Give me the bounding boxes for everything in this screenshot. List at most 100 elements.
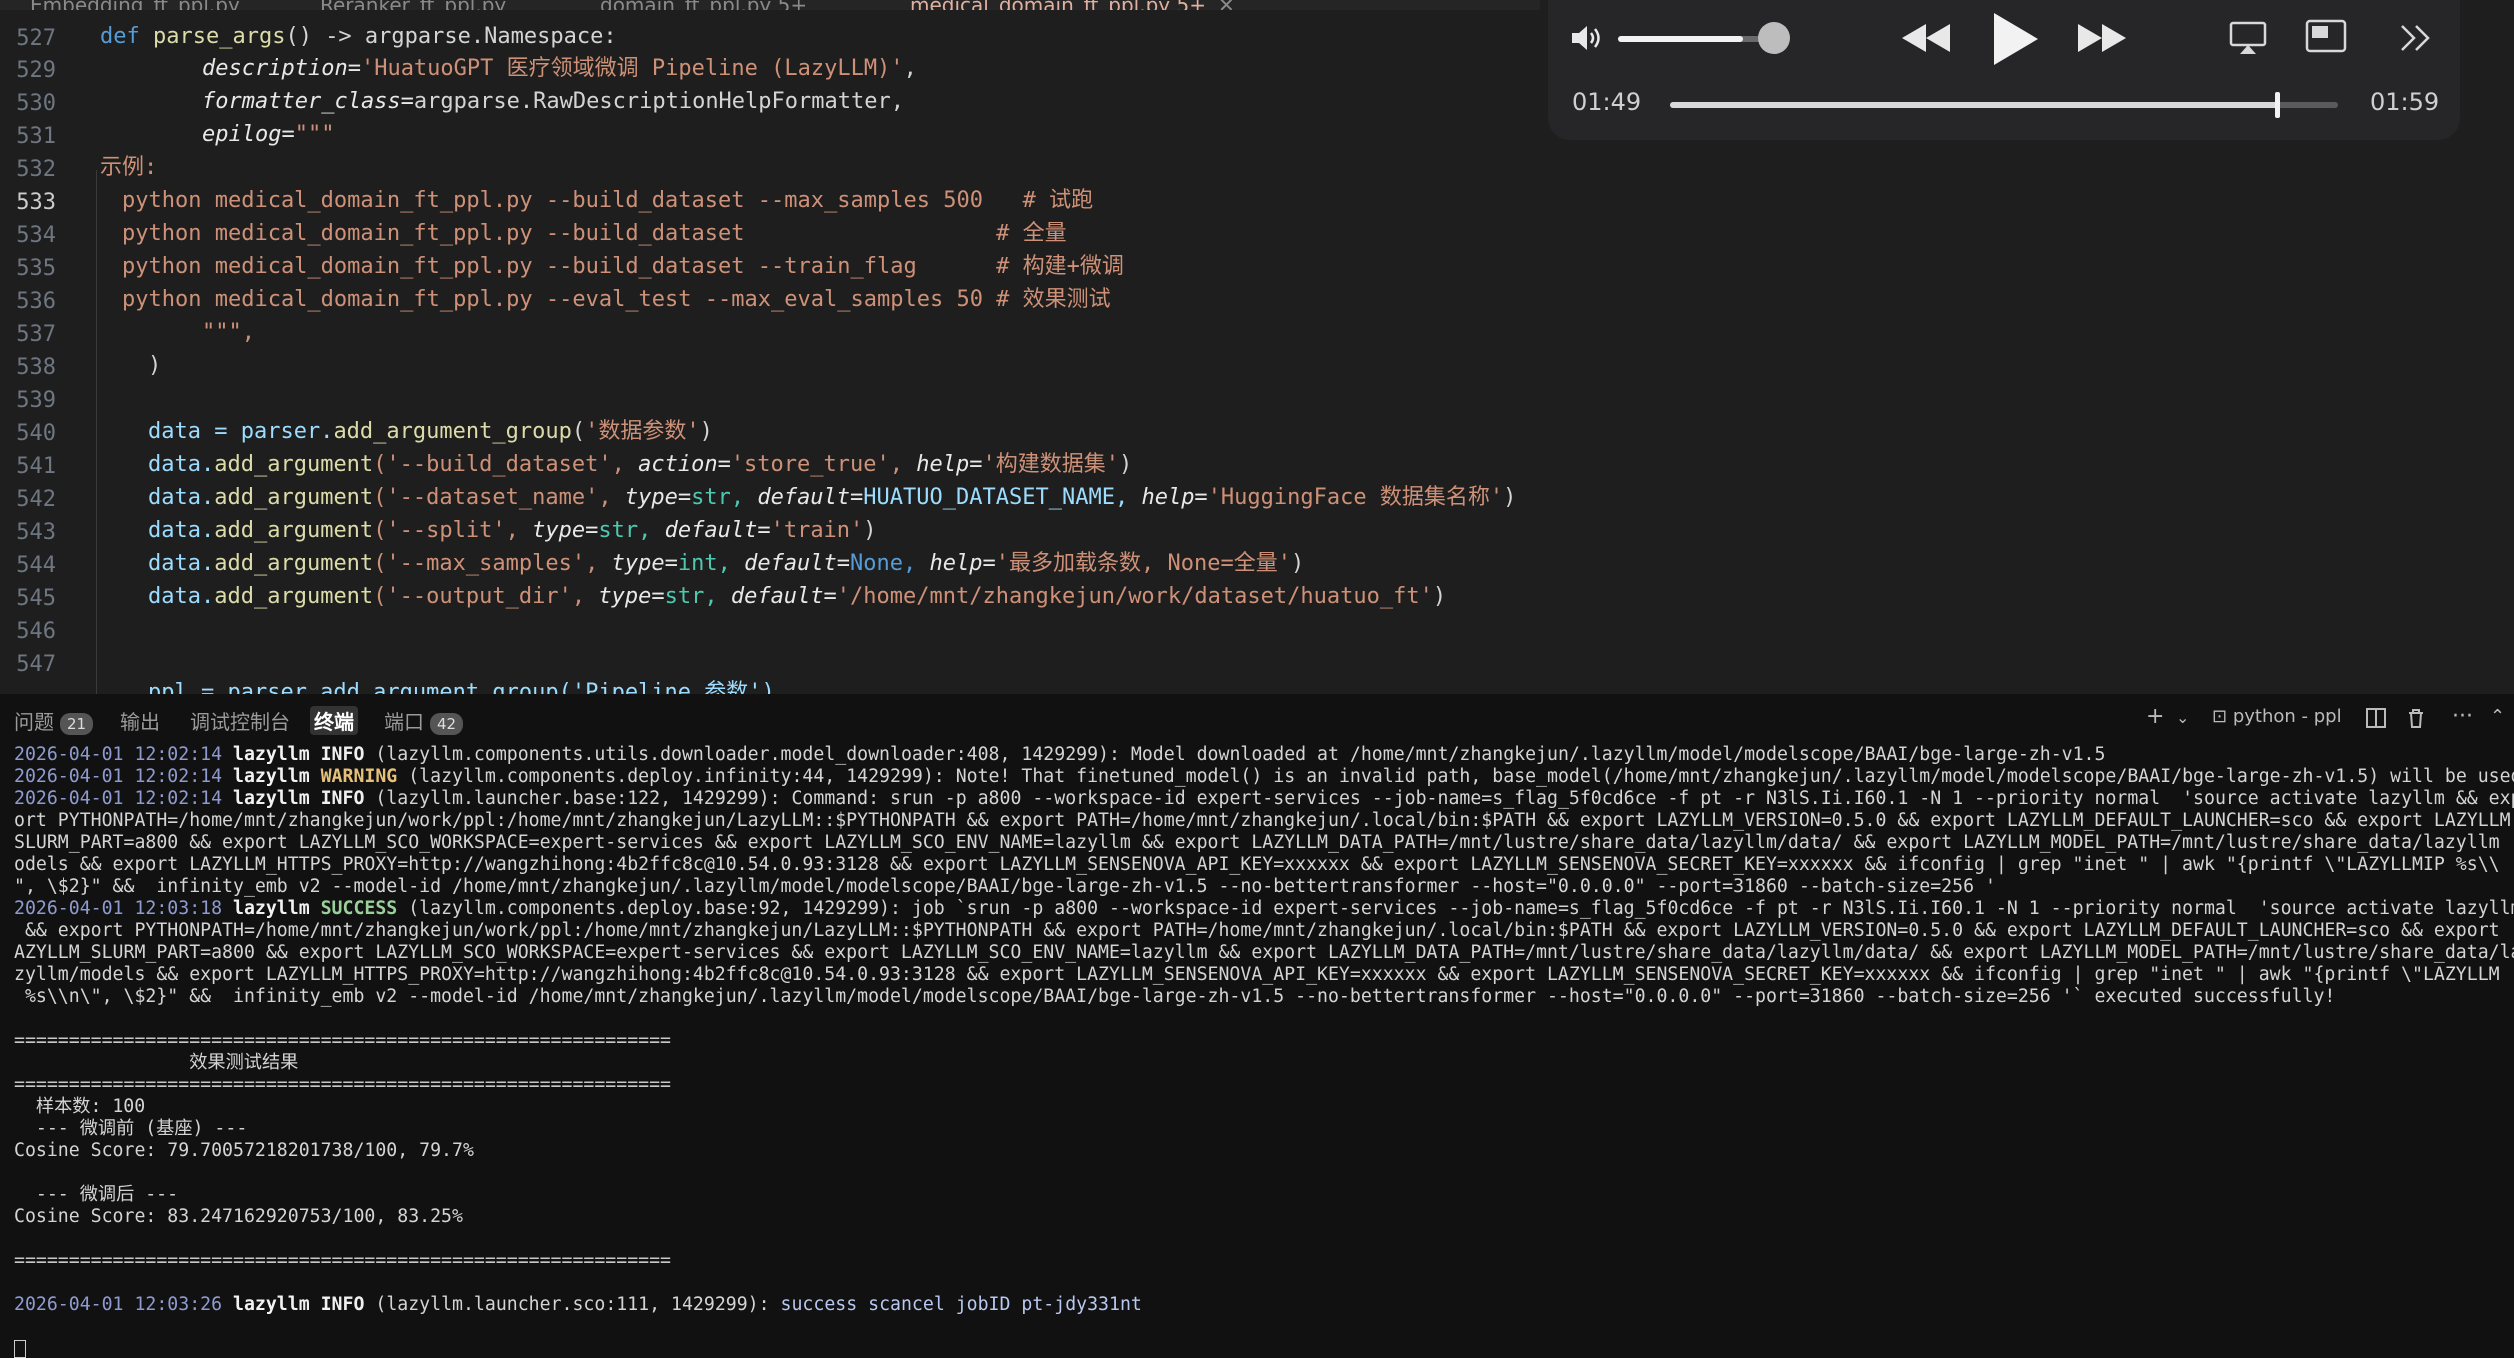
volume-knob[interactable] — [1758, 22, 1790, 54]
log-message: (lazyllm.components.deploy.infinity:44, … — [397, 766, 2514, 787]
line-number: 537 — [16, 322, 56, 347]
panel-tab-bar: 问题 21 输出 调试控制台 终端 端口 42 + ⌄ ⊡ python - ppl… — [0, 694, 2514, 742]
line-number: 540 — [16, 421, 56, 446]
terminal-line: && export PYTHONPATH=/home/mnt/zhangkeju… — [14, 920, 2500, 941]
line-number: 541 — [16, 454, 56, 479]
log-result: success scancel jobID pt-jdy331nt — [780, 1294, 1142, 1315]
terminal-line: SLURM_PART=a800 && export LAZYLLM_SCO_WO… — [14, 832, 2500, 853]
remaining-time: 01:59 — [2370, 88, 2440, 116]
log-level-badge: INFO — [320, 788, 365, 809]
progress-playhead[interactable] — [2275, 92, 2280, 118]
bottom-panel: 问题 21 输出 调试控制台 终端 端口 42 + ⌄ ⊡ python - ppl… — [0, 694, 2514, 1358]
log-timestamp: 2026-04-01 12:02:14 — [14, 744, 223, 765]
line-number: 534 — [16, 223, 56, 248]
line-number: 533 — [16, 190, 56, 215]
log-timestamp: 2026-04-01 12:02:14 — [14, 766, 223, 787]
log-app: lazyllm — [233, 766, 310, 787]
chevron-right-icon[interactable] — [2398, 22, 2434, 54]
line-number: 542 — [16, 487, 56, 512]
line-number: 531 — [16, 124, 56, 149]
log-timestamp: 2026-04-01 12:02:14 — [14, 788, 223, 809]
fast-forward-icon[interactable] — [2076, 22, 2128, 54]
code-line[interactable]: python medical_domain_ft_ppl.py --build_… — [122, 219, 1067, 249]
video-player-controls: 01:49 01:59 — [1548, 0, 2460, 140]
line-number: 532 — [16, 157, 56, 182]
code-line[interactable]: ppl = parser.add_argument_group('Pipelin… — [148, 678, 775, 694]
log-timestamp: 2026-04-01 12:03:18 — [14, 898, 223, 919]
more-actions-icon[interactable]: ··· — [2452, 704, 2473, 729]
progress-bar[interactable] — [1670, 102, 2338, 108]
terminal-line: 2026-04-01 12:03:26 lazyllm INFO (lazyll… — [14, 1294, 2514, 1316]
line-number: 538 — [16, 355, 56, 380]
code-line[interactable]: 示例: — [100, 153, 157, 183]
tab-debug-console[interactable]: 调试控制台 — [190, 706, 290, 735]
line-number: 530 — [16, 91, 56, 116]
terminal-line: 样本数: 100 — [14, 1096, 146, 1117]
terminal-line: Cosine Score: 79.70057218201738/100, 79.… — [14, 1140, 474, 1161]
log-app: lazyllm — [233, 744, 310, 765]
code-line[interactable]: formatter_class=argparse.RawDescriptionH… — [202, 87, 904, 117]
split-terminal-icon[interactable] — [2364, 706, 2388, 730]
ports-count-badge: 42 — [430, 713, 464, 735]
terminal-line: zyllm/models && export LAZYLLM_HTTPS_PRO… — [14, 964, 2500, 985]
code-line[interactable]: data.add_argument('--max_samples', type=… — [148, 549, 1304, 579]
separator-line: ========================================… — [14, 1074, 671, 1095]
terminal-line: ort PYTHONPATH=/home/mnt/zhangkejun/work… — [14, 810, 2511, 831]
tab-output[interactable]: 输出 — [120, 706, 160, 735]
indent-guide — [96, 170, 97, 694]
volume-slider[interactable] — [1618, 36, 1778, 42]
terminal-line: --- 微调后 --- — [14, 1184, 179, 1205]
code-line[interactable]: """, — [202, 318, 255, 348]
elapsed-time: 01:49 — [1572, 88, 1642, 116]
line-number: 539 — [16, 388, 56, 413]
rewind-icon[interactable] — [1900, 22, 1952, 54]
terminal-line: odels && export LAZYLLM_HTTPS_PROXY=http… — [14, 854, 2500, 875]
code-line[interactable]: data.add_argument('--output_dir', type=s… — [148, 582, 1446, 612]
volume-icon[interactable] — [1570, 22, 1606, 54]
terminal-output[interactable]: 2026-04-01 12:02:14 lazyllm INFO (lazyll… — [14, 744, 2514, 1316]
line-number: 546 — [16, 619, 56, 644]
tab-problems[interactable]: 问题 21 — [14, 706, 94, 735]
picture-in-picture-icon[interactable] — [2304, 18, 2348, 58]
log-level-badge: INFO — [320, 744, 365, 765]
log-level-badge: SUCCESS — [320, 898, 398, 919]
terminal-line: --- 微调前 (基座) --- — [14, 1118, 248, 1139]
code-line[interactable]: data.add_argument('--dataset_name', type… — [148, 483, 1516, 513]
code-line[interactable]: python medical_domain_ft_ppl.py --build_… — [122, 252, 1124, 282]
code-line[interactable]: data = parser.add_argument_group('数据参数') — [148, 417, 713, 447]
line-number: 527 — [16, 26, 56, 51]
terminal-line: 2026-04-01 12:03:18 lazyllm SUCCESS (laz… — [14, 898, 2514, 920]
airplay-icon[interactable] — [2228, 20, 2268, 56]
log-level-badge: INFO — [320, 1294, 365, 1315]
problems-count-badge: 21 — [60, 713, 94, 735]
terminal-icon: ⊡ — [2212, 706, 2228, 727]
code-line[interactable]: python medical_domain_ft_ppl.py --eval_t… — [122, 285, 1111, 315]
chevron-down-icon[interactable]: ⌄ — [2176, 708, 2189, 727]
trash-icon[interactable] — [2404, 706, 2428, 730]
code-line[interactable]: data.add_argument('--split', type=str, d… — [148, 516, 877, 546]
code-line[interactable]: description='HuatuoGPT 医疗领域微调 Pipeline (… — [202, 54, 917, 84]
code-line[interactable]: data.add_argument('--build_dataset', act… — [148, 450, 1132, 480]
terminal-cursor — [14, 1340, 26, 1358]
code-line[interactable]: ) — [148, 351, 161, 381]
play-icon[interactable] — [1986, 10, 2042, 68]
chevron-up-icon[interactable]: ⌃ — [2490, 706, 2505, 727]
terminal-line: ", \$2}" && infinity_emb v2 --model-id /… — [14, 876, 1996, 897]
tab-terminal[interactable]: 终端 — [310, 706, 358, 735]
code-line[interactable]: python medical_domain_ft_ppl.py --build_… — [122, 186, 1093, 216]
line-number: 547 — [16, 652, 56, 677]
terminal-line: %s\\n\", \$2}" && infinity_emb v2 --mode… — [14, 986, 2336, 1007]
tab-ports[interactable]: 端口 42 — [384, 706, 464, 735]
code-line[interactable]: epilog=""" — [202, 120, 334, 150]
line-number: 544 — [16, 553, 56, 578]
terminal-line: AZYLLM_SLURM_PART=a800 && export LAZYLLM… — [14, 942, 2514, 963]
terminal-selector[interactable]: ⊡ python - ppl — [2212, 706, 2342, 727]
code-line[interactable]: def parse_args() -> argparse.Namespace: — [100, 22, 617, 52]
log-message: (lazyllm.launcher.sco:111, 1429299): — [364, 1294, 781, 1315]
add-terminal-button[interactable]: + — [2146, 704, 2164, 729]
log-message: (lazyllm.components.deploy.base:92, 1429… — [397, 898, 2514, 919]
progress-fill — [1670, 102, 2278, 108]
